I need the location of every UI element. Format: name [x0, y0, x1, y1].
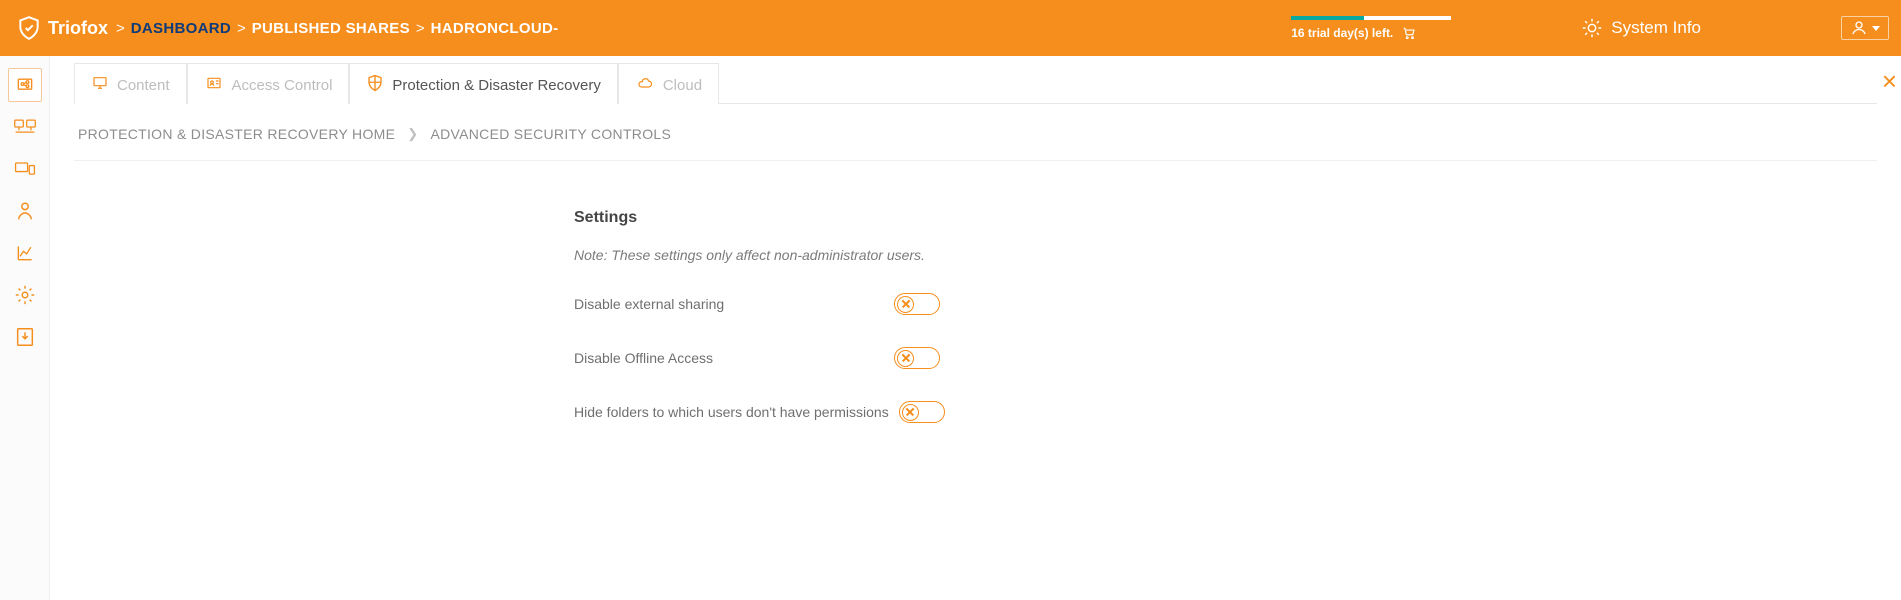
settings-note: Note: These settings only affect non-adm… — [574, 247, 1134, 263]
settings-title: Settings — [574, 209, 1134, 227]
tab-protection[interactable]: Protection & Disaster Recovery — [349, 63, 617, 104]
trial-progress-bar — [1291, 16, 1451, 20]
toggle-disable-offline-access[interactable] — [894, 347, 940, 369]
trial-progress-fill — [1291, 16, 1364, 20]
brand-name: Triofox — [48, 18, 108, 39]
tab-content[interactable]: Content — [74, 63, 187, 104]
breadcrumb-dashboard[interactable]: DASHBOARD — [131, 20, 231, 37]
sidebar — [0, 56, 50, 600]
sidebar-item-devices[interactable] — [8, 110, 42, 144]
sidebar-item-endpoints[interactable] — [8, 152, 42, 186]
cart-icon[interactable] — [1401, 26, 1417, 40]
tab-cloud-label: Cloud — [663, 77, 702, 94]
setting-label: Hide folders to which users don't have p… — [574, 404, 889, 420]
trial-days-text: 16 trial day(s) left. — [1291, 26, 1393, 40]
logo-shield-icon — [16, 15, 42, 41]
tab-protection-label: Protection & Disaster Recovery — [392, 77, 600, 94]
sidebar-item-share[interactable] — [8, 68, 42, 102]
breadcrumb-sep: > — [116, 20, 125, 37]
id-card-icon — [204, 75, 224, 95]
tab-bar: Content Access Control Protection & Disa… — [74, 62, 1877, 103]
chevron-down-icon — [1872, 26, 1880, 31]
user-menu-button[interactable] — [1841, 16, 1889, 40]
setting-row-hide-folders: Hide folders to which users don't have p… — [574, 401, 1134, 423]
sub-breadcrumb: PROTECTION & DISASTER RECOVERY HOME ❯ AD… — [74, 104, 1877, 161]
breadcrumb-sep: > — [237, 20, 246, 37]
close-icon[interactable]: × — [1882, 68, 1897, 94]
sidebar-item-reports[interactable] — [8, 236, 42, 270]
setting-label: Disable Offline Access — [574, 350, 884, 366]
breadcrumb-published-shares[interactable]: PUBLISHED SHARES — [252, 20, 410, 37]
breadcrumb-sep: > — [416, 20, 425, 37]
tab-cloud[interactable]: Cloud — [618, 63, 719, 104]
toggle-disable-external-sharing[interactable] — [894, 293, 940, 315]
sidebar-item-users[interactable] — [8, 194, 42, 228]
sub-breadcrumb-current: ADVANCED SECURITY CONTROLS — [430, 126, 671, 142]
tab-content-label: Content — [117, 77, 170, 94]
shield-icon — [366, 74, 384, 96]
breadcrumb-current: HADRONCLOUD- — [431, 20, 559, 37]
system-info-button[interactable]: System Info — [1581, 17, 1701, 39]
setting-row-disable-external-sharing: Disable external sharing — [574, 293, 1134, 315]
sidebar-item-settings[interactable] — [8, 278, 42, 312]
toggle-hide-folders[interactable] — [899, 401, 945, 423]
trial-status: 16 trial day(s) left. — [1291, 16, 1451, 40]
main-content: × Content Access Control — [50, 56, 1901, 600]
user-icon — [1850, 19, 1868, 37]
system-info-label: System Info — [1611, 18, 1701, 38]
tab-access-control[interactable]: Access Control — [187, 63, 350, 104]
sidebar-item-download[interactable] — [8, 320, 42, 354]
monitor-icon — [91, 75, 109, 95]
chevron-right-icon: ❯ — [407, 126, 418, 142]
setting-row-disable-offline-access: Disable Offline Access — [574, 347, 1134, 369]
setting-label: Disable external sharing — [574, 296, 884, 312]
breadcrumb: > DASHBOARD > PUBLISHED SHARES > HADRONC… — [116, 20, 558, 37]
app-header: Triofox > DASHBOARD > PUBLISHED SHARES >… — [0, 0, 1901, 56]
gear-sun-icon — [1581, 17, 1603, 39]
settings-panel: Settings Note: These settings only affec… — [574, 209, 1134, 423]
tab-access-control-label: Access Control — [232, 77, 333, 94]
cloud-icon — [635, 75, 655, 95]
sub-breadcrumb-home[interactable]: PROTECTION & DISASTER RECOVERY HOME — [78, 126, 395, 142]
brand-block: Triofox — [16, 15, 108, 41]
